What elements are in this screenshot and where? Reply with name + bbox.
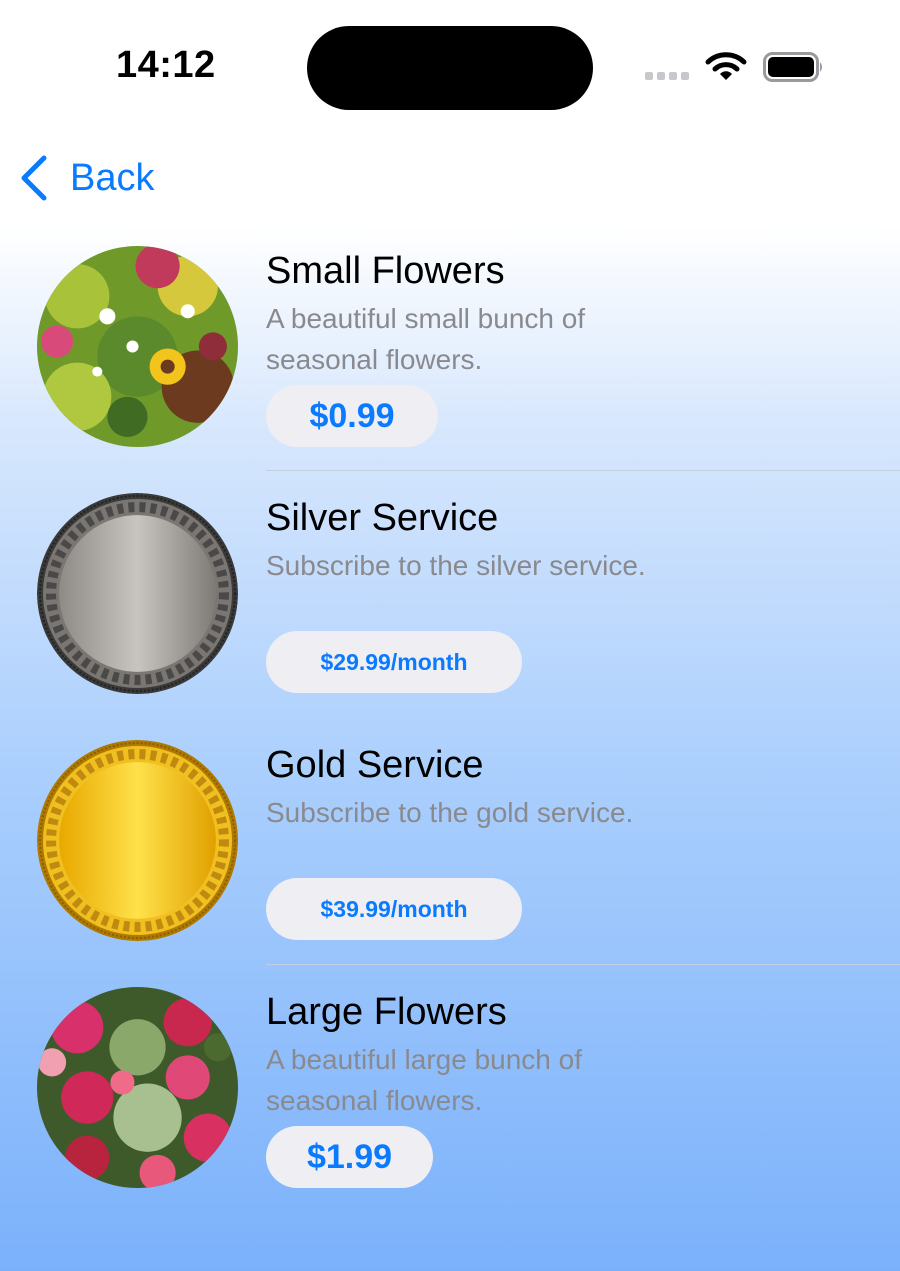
wifi-icon: [705, 52, 747, 80]
navigation-bar: Back: [0, 130, 900, 226]
list-item: Large Flowers A beautiful large bunch of…: [0, 967, 900, 1214]
large-flowers-image: [37, 987, 238, 1188]
list-item: Gold Service Subscribe to the gold servi…: [0, 720, 900, 967]
divider: [266, 470, 900, 471]
product-title: Small Flowers: [266, 250, 505, 292]
product-title: Gold Service: [266, 744, 484, 786]
small-flowers-image: [37, 246, 238, 447]
battery-icon: [763, 52, 822, 82]
back-button-label: Back: [70, 156, 155, 199]
list-item: Small Flowers A beautiful small bunch of…: [0, 226, 900, 473]
status-time: 14:12: [116, 44, 216, 86]
product-title: Silver Service: [266, 497, 499, 539]
status-bar: 14:12: [0, 0, 900, 130]
product-list: Small Flowers A beautiful small bunch of…: [0, 226, 900, 1271]
price-button[interactable]: $39.99/month: [266, 878, 522, 940]
back-button[interactable]: Back: [18, 150, 154, 206]
price-button[interactable]: $29.99/month: [266, 631, 522, 693]
product-description: Subscribe to the gold service.: [266, 797, 634, 828]
gold-medal-image: [37, 740, 238, 941]
cellular-signal-icon: [645, 70, 691, 82]
product-title: Large Flowers: [266, 991, 507, 1033]
divider: [266, 964, 900, 965]
silver-medal-image: [37, 493, 238, 694]
price-button[interactable]: $1.99: [266, 1126, 433, 1188]
divider: [266, 717, 900, 718]
product-description: A beautiful large bunch of seasonal flow…: [266, 1044, 583, 1116]
dynamic-island: [307, 26, 593, 110]
product-description: Subscribe to the silver service.: [266, 550, 646, 581]
product-description: A beautiful small bunch of seasonal flow…: [266, 303, 586, 375]
chevron-left-icon: [21, 155, 47, 201]
list-item: Silver Service Subscribe to the silver s…: [0, 473, 900, 720]
price-button[interactable]: $0.99: [266, 385, 438, 447]
